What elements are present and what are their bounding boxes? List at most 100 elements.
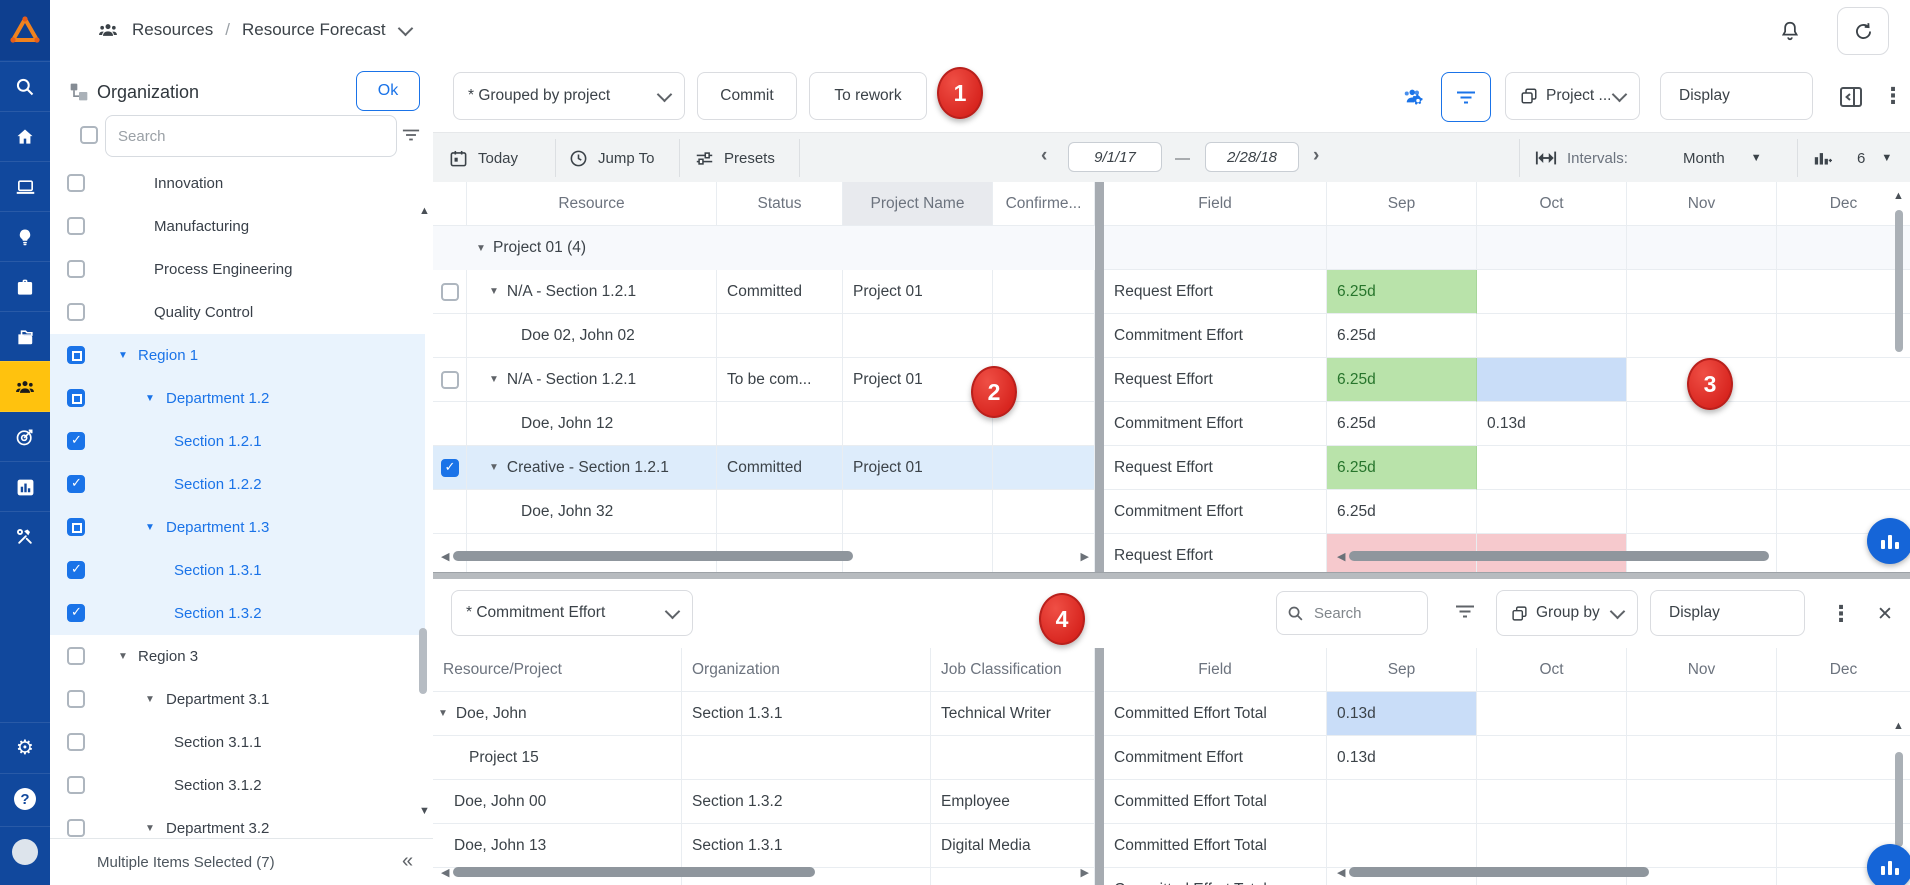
expand-arrow-icon[interactable]: ▼ xyxy=(145,678,155,721)
table-row[interactable]: Doe 02, John 02 Commitment Effort 6.25d xyxy=(433,314,1910,358)
tree-item[interactable]: ▼Region 1 xyxy=(50,334,425,378)
tree-item[interactable]: Section 3.1.1 xyxy=(50,721,425,765)
collapse-panel-icon[interactable]: « xyxy=(402,839,413,884)
scrollbar-thumb[interactable] xyxy=(1349,867,1649,877)
column-header-resource-project[interactable]: Resource/Project xyxy=(433,648,682,692)
effort-cell-sep-selected[interactable]: 0.13d xyxy=(1327,692,1477,736)
tree-checkbox[interactable] xyxy=(67,174,85,192)
tree-item[interactable]: Section 1.3.2 xyxy=(50,592,425,636)
effort-cell-dec[interactable] xyxy=(1777,402,1910,446)
tree-item[interactable]: Innovation xyxy=(50,162,425,206)
tree-checkbox[interactable] xyxy=(67,690,85,708)
effort-cell-dec[interactable] xyxy=(1777,736,1910,780)
presets-button[interactable]: Presets xyxy=(695,133,775,183)
tree-item[interactable]: Section 3.1.2 xyxy=(50,764,425,808)
sidebar-item-work[interactable] xyxy=(0,261,50,312)
effort-cell-oct[interactable] xyxy=(1477,446,1627,490)
expand-arrow-icon[interactable]: ▼ xyxy=(145,377,155,420)
column-header-status[interactable]: Status xyxy=(717,182,843,226)
chart-view-fab[interactable] xyxy=(1867,844,1910,885)
column-header-sep[interactable]: Sep xyxy=(1327,182,1477,226)
tree-item[interactable]: ▼Region 3 xyxy=(50,635,425,679)
column-header-job-classification[interactable]: Job Classification xyxy=(931,648,1095,692)
scrollbar-thumb[interactable] xyxy=(453,551,853,561)
tree-checkbox[interactable] xyxy=(67,346,85,364)
effort-cell-nov[interactable] xyxy=(1627,692,1777,736)
today-button[interactable]: Today xyxy=(449,133,518,183)
vertical-scrollbar-thumb[interactable] xyxy=(1895,752,1903,847)
effort-cell-nov[interactable] xyxy=(1627,736,1777,780)
tree-checkbox[interactable] xyxy=(67,475,85,493)
app-logo[interactable] xyxy=(0,0,50,60)
column-header-organization[interactable]: Organization xyxy=(682,648,931,692)
effort-cell-nov[interactable] xyxy=(1627,780,1777,824)
effort-cell-oct[interactable] xyxy=(1477,692,1627,736)
right-horizontal-scrollbar[interactable]: ◀ xyxy=(1333,864,1893,880)
effort-cell-oct[interactable] xyxy=(1477,314,1627,358)
scrollbar-thumb[interactable] xyxy=(453,867,815,877)
bottom-more-options-button[interactable]: ⋮ xyxy=(1831,600,1851,628)
tree-checkbox[interactable] xyxy=(67,733,85,751)
effort-cell-sep[interactable]: 6.25d xyxy=(1327,270,1477,314)
interval-dropdown[interactable]: Month▼ xyxy=(1683,133,1762,183)
tree-item[interactable]: Section 1.2.2 xyxy=(50,463,425,507)
field-selector-dropdown[interactable]: * Commitment Effort xyxy=(451,590,693,636)
tree-item[interactable]: ▼Department 3.1 xyxy=(50,678,425,722)
effort-cell-sep[interactable]: 6.25d xyxy=(1327,358,1477,402)
more-options-button[interactable]: ⋮ xyxy=(1883,82,1903,110)
column-header-confirmed[interactable]: Confirme... xyxy=(993,182,1095,226)
tree-checkbox[interactable] xyxy=(67,561,85,579)
effort-cell-nov[interactable] xyxy=(1627,824,1777,868)
column-splitter-handle[interactable] xyxy=(1095,182,1104,572)
sidebar-item-goals[interactable] xyxy=(0,411,50,462)
group-row[interactable]: ▼ Project 01 (4) xyxy=(433,226,1910,270)
refresh-button[interactable] xyxy=(1837,7,1889,55)
scroll-left-icon[interactable]: ◀ xyxy=(441,866,449,879)
row-checkbox[interactable] xyxy=(441,283,459,301)
tree-checkbox[interactable] xyxy=(67,518,85,536)
notifications-button[interactable] xyxy=(1777,18,1803,44)
tree-checkbox[interactable] xyxy=(67,260,85,278)
tree-scroll-down-icon[interactable]: ▼ xyxy=(419,805,430,817)
tree-item[interactable]: Quality Control xyxy=(50,291,425,335)
date-from-input[interactable] xyxy=(1068,142,1162,172)
collapse-arrow-icon[interactable]: ▼ xyxy=(438,708,448,719)
tree-scrollbar-thumb[interactable] xyxy=(419,628,427,694)
scrollbar-thumb[interactable] xyxy=(1349,551,1769,561)
column-header-nov[interactable]: Nov xyxy=(1627,648,1777,692)
side-panel-toggle-button[interactable] xyxy=(1836,84,1866,110)
table-row[interactable]: Doe, John 00 Section 1.3.2 Employee Comm… xyxy=(433,780,1910,824)
tree-checkbox[interactable] xyxy=(67,432,85,450)
tree-checkbox[interactable] xyxy=(67,303,85,321)
interval-count-dropdown[interactable]: 6▼ xyxy=(1857,133,1892,183)
table-row-selected[interactable]: ▼Creative - Section 1.2.1 Committed Proj… xyxy=(433,446,1910,490)
effort-cell-nov[interactable] xyxy=(1627,490,1777,534)
tree-checkbox[interactable] xyxy=(67,217,85,235)
tree-item[interactable]: Process Engineering xyxy=(50,248,425,292)
scroll-right-icon[interactable]: ▶ xyxy=(1081,550,1089,563)
column-header-oct[interactable]: Oct xyxy=(1477,182,1627,226)
sidebar-item-home[interactable] xyxy=(0,111,50,162)
effort-cell-nov[interactable] xyxy=(1627,446,1777,490)
sidebar-item-workspace[interactable] xyxy=(0,161,50,212)
tree-item[interactable]: ▼Department 1.3 xyxy=(50,506,425,550)
effort-cell-dec[interactable] xyxy=(1777,270,1910,314)
tree-checkbox[interactable] xyxy=(67,389,85,407)
row-checkbox[interactable] xyxy=(441,371,459,389)
column-header-field[interactable]: Field xyxy=(1104,182,1327,226)
sidebar-item-settings[interactable]: ⚙ xyxy=(0,722,50,773)
resource-settings-button[interactable] xyxy=(1399,82,1431,110)
column-header-oct[interactable]: Oct xyxy=(1477,648,1627,692)
breadcrumb-caret-icon[interactable] xyxy=(397,20,413,36)
table-row[interactable]: Doe, John 13 Section 1.3.1 Digital Media… xyxy=(433,824,1910,868)
chart-view-fab[interactable] xyxy=(1867,518,1910,564)
effort-cell-sep[interactable]: 6.25d xyxy=(1327,490,1477,534)
table-row[interactable]: Project 15 Commitment Effort 0.13d xyxy=(433,736,1910,780)
breadcrumb-page[interactable]: Resource Forecast xyxy=(242,20,386,40)
column-header-sep[interactable]: Sep xyxy=(1327,648,1477,692)
column-header-nov[interactable]: Nov xyxy=(1627,182,1777,226)
left-horizontal-scrollbar[interactable]: ◀ ▶ xyxy=(437,864,1093,880)
column-header-dec[interactable]: Dec xyxy=(1777,648,1910,692)
column-splitter-handle[interactable] xyxy=(1095,648,1104,885)
column-header-resource[interactable]: Resource xyxy=(467,182,717,226)
